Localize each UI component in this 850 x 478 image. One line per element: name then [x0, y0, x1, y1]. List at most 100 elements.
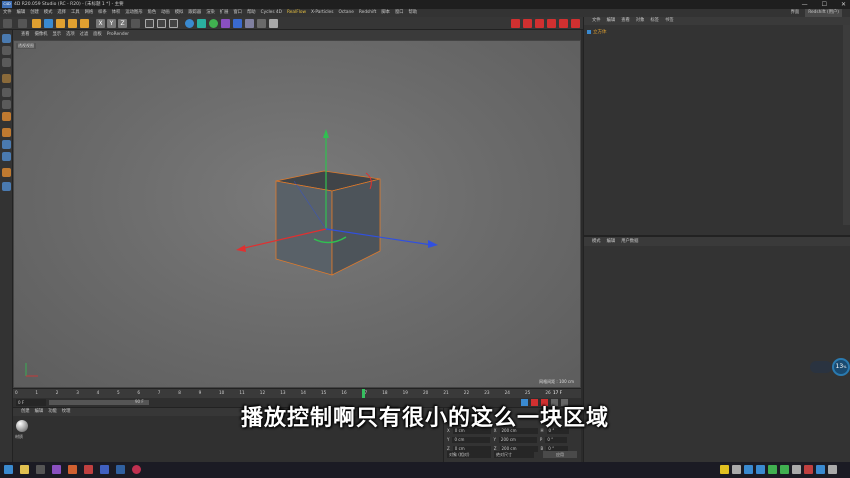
workplane-icon[interactable] [2, 140, 11, 149]
menu-item[interactable]: 动画 [161, 9, 170, 17]
object-menu-item[interactable]: 查看 [621, 17, 630, 25]
menu-item[interactable]: 选择 [57, 9, 66, 17]
size-mode-select[interactable]: 绝对尺寸 [494, 451, 534, 458]
model-mode-icon[interactable] [2, 34, 11, 43]
menu-item[interactable]: 帮助 [409, 9, 418, 17]
tray-icon[interactable] [720, 465, 729, 474]
rotate-tool-icon[interactable] [68, 19, 77, 28]
render-settings-icon[interactable] [169, 19, 178, 28]
layout-select[interactable]: Redshift (用户) [805, 9, 842, 17]
object-menu-item[interactable]: 标签 [650, 17, 659, 25]
object-menu-item[interactable]: 书签 [665, 17, 674, 25]
menu-item[interactable]: Cycles 4D [261, 9, 282, 17]
rotation-field[interactable]: 0 ° [545, 437, 568, 443]
menu-item[interactable]: RealFlow [287, 9, 306, 17]
sculpt-icon[interactable] [2, 168, 11, 177]
redshift-ipr-icon[interactable] [523, 19, 532, 28]
tray-icon[interactable] [732, 465, 741, 474]
object-menu-item[interactable]: 编辑 [607, 17, 616, 25]
snap-icon[interactable] [2, 128, 11, 137]
z-axis-lock-icon[interactable]: Z [118, 19, 127, 28]
light-icon[interactable] [269, 19, 278, 28]
deformer-icon[interactable] [233, 19, 242, 28]
menu-item[interactable]: 跟踪器 [188, 9, 201, 17]
cube-primitive-icon[interactable] [185, 19, 194, 28]
redo-icon[interactable] [18, 19, 27, 28]
object-menu-item[interactable]: 对象 [636, 17, 645, 25]
tray-icon[interactable] [768, 465, 777, 474]
environment-icon[interactable] [245, 19, 254, 28]
material-name[interactable]: 材质 [15, 434, 23, 440]
points-mode-icon[interactable] [2, 74, 11, 83]
menu-item[interactable]: 帮助 [247, 9, 256, 17]
menu-item[interactable]: 窗口 [395, 9, 404, 17]
redshift-material-icon[interactable] [535, 19, 544, 28]
polygons-mode-icon[interactable] [2, 100, 11, 109]
menu-item[interactable]: 角色 [148, 9, 157, 17]
redshift-settings-icon[interactable] [571, 19, 580, 28]
menu-item[interactable]: 渲染 [206, 9, 215, 17]
texture-mode-icon[interactable] [2, 46, 11, 55]
viewport-menu-item[interactable]: 查看 [21, 30, 30, 40]
menu-item[interactable]: Octane [338, 9, 353, 17]
close-button[interactable]: ✕ [841, 0, 846, 9]
coord-system-icon[interactable] [131, 19, 140, 28]
app-icon[interactable] [36, 465, 45, 474]
scale-tool-icon[interactable] [56, 19, 65, 28]
file-explorer-icon[interactable] [20, 465, 29, 474]
menu-item[interactable]: 模拟 [175, 9, 184, 17]
viewport-menu-item[interactable]: 面板 [93, 30, 102, 40]
pen-tool-icon[interactable] [197, 19, 206, 28]
menu-item[interactable]: 样条 [98, 9, 107, 17]
subdivision-icon[interactable] [209, 19, 218, 28]
object-name[interactable]: 立方体 [593, 29, 607, 35]
attribute-menu-item[interactable]: 编辑 [607, 237, 616, 246]
tray-icon[interactable] [816, 465, 825, 474]
attribute-menu-item[interactable]: 用户数据 [621, 237, 638, 246]
side-tabs[interactable] [843, 25, 850, 225]
menu-item[interactable]: X-Particles [311, 9, 333, 17]
object-menu-item[interactable]: 文件 [592, 17, 601, 25]
menu-item[interactable]: 工具 [71, 9, 80, 17]
scene-canvas[interactable] [14, 41, 582, 389]
viewport-menu-item[interactable]: 选项 [66, 30, 75, 40]
menu-item[interactable]: 扩展 [220, 9, 229, 17]
size-field[interactable]: 200 cm [498, 437, 537, 443]
cinema4d-taskbar-icon[interactable] [116, 465, 125, 474]
menu-item[interactable]: 脚本 [381, 9, 390, 17]
minimize-button[interactable]: — [802, 0, 808, 9]
menu-item[interactable]: 窗口 [233, 9, 242, 17]
menu-item[interactable]: 模式 [44, 9, 53, 17]
tray-icon[interactable] [828, 465, 837, 474]
viewport-menu-item[interactable]: 过滤 [80, 30, 89, 40]
app-icon[interactable] [68, 465, 77, 474]
viewport-menu-item[interactable]: ProRender [107, 30, 129, 40]
move-tool-icon[interactable] [44, 19, 53, 28]
y-axis-lock-icon[interactable]: Y [107, 19, 116, 28]
coord-mode-select[interactable]: 对象 (相对) [447, 451, 491, 458]
menu-item[interactable]: 网格 [85, 9, 94, 17]
maximize-button[interactable]: ☐ [822, 0, 827, 9]
x-axis-lock-icon[interactable]: X [96, 19, 105, 28]
app-icon[interactable] [84, 465, 93, 474]
apply-button[interactable]: 应用 [543, 451, 577, 458]
tray-icon[interactable] [792, 465, 801, 474]
quantize-icon[interactable] [2, 152, 11, 161]
camera-icon[interactable] [257, 19, 266, 28]
position-field[interactable]: 0 cm [452, 437, 491, 443]
tray-icon[interactable] [804, 465, 813, 474]
menu-item[interactable]: 创建 [30, 9, 39, 17]
timeline-ruler[interactable]: 0123456789101112131415161718192021222324… [13, 388, 581, 399]
redshift-object-icon[interactable] [559, 19, 568, 28]
menu-item[interactable]: 编辑 [17, 9, 26, 17]
windows-start-icon[interactable] [4, 465, 13, 474]
app-icon[interactable] [52, 465, 61, 474]
axis-mode-icon[interactable] [2, 58, 11, 67]
viewport[interactable]: 透视视图 网格间距 : 100 cm [13, 40, 581, 388]
redshift-light-icon[interactable] [547, 19, 556, 28]
add-tool-icon[interactable] [80, 19, 89, 28]
redshift-render-icon[interactable] [511, 19, 520, 28]
tray-icon[interactable] [780, 465, 789, 474]
menu-item[interactable]: 运动图形 [125, 9, 142, 17]
viewport-menu-item[interactable]: 摄像机 [35, 30, 48, 40]
